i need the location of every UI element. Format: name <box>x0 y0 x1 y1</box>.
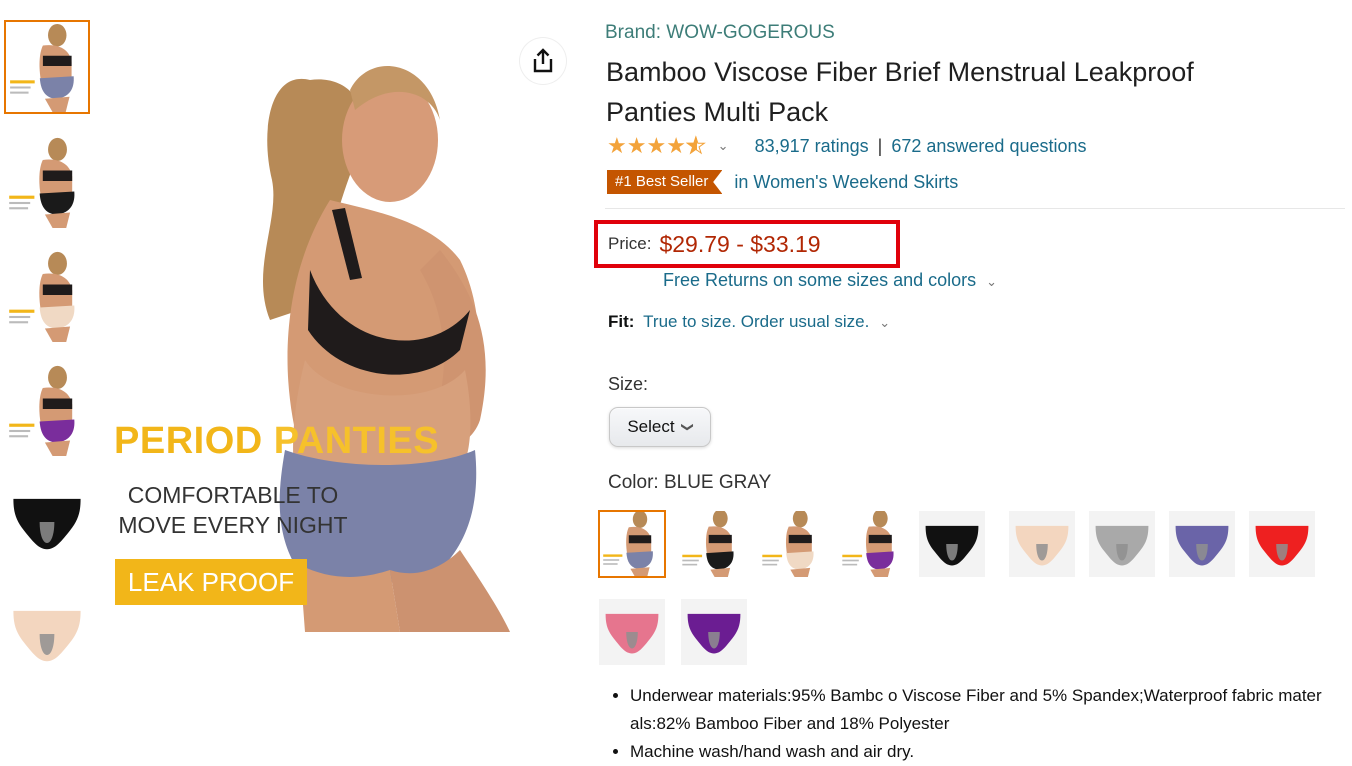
share-button[interactable] <box>520 38 566 84</box>
chevron-down-icon[interactable]: ⌄ <box>879 315 890 330</box>
star-rating[interactable]: ★ ★ ★ ★ ★ <box>607 133 706 158</box>
feature-bullets: Underwear materials:95% Bambc o Viscose … <box>608 682 1350 766</box>
bestseller-category-link[interactable]: in Women's Weekend Skirts <box>734 172 958 193</box>
size-label: Size: <box>608 374 649 394</box>
fit-label: Fit: <box>608 312 635 331</box>
chevron-down-icon[interactable]: ⌄ <box>718 138 729 154</box>
color-swatch-6[interactable] <box>1008 510 1076 578</box>
thumbnail-4[interactable] <box>4 363 90 457</box>
share-icon <box>533 48 553 73</box>
price-label: Price: <box>608 234 652 253</box>
color-swatch-5[interactable] <box>918 510 986 578</box>
divider <box>605 208 1345 209</box>
price-highlight-box: Price: $29.79 - $33.19 <box>594 220 900 268</box>
star-icon: ★ <box>646 133 667 158</box>
color-swatch-7[interactable] <box>1088 510 1156 578</box>
main-image-subtitle: COMFORTABLE TO MOVE EVERY NIGHT <box>118 482 348 538</box>
product-title: Bamboo Viscose Fiber Brief Menstrual Lea… <box>606 57 1194 127</box>
rating-row: ★ ★ ★ ★ ★ ⌄ 83,917 ratings | 672 answere… <box>607 133 1087 158</box>
color-swatch-11[interactable] <box>680 598 748 666</box>
chevron-down-icon: ⌄ <box>986 274 998 289</box>
separator: | <box>877 135 883 156</box>
model-photo <box>262 66 510 632</box>
main-product-image[interactable]: PERIOD PANTIES COMFORTABLE TO MOVE EVERY… <box>100 20 530 632</box>
bestseller-row: #1 Best Seller in Women's Weekend Skirts <box>607 170 958 194</box>
half-star-icon: ★ <box>685 133 706 158</box>
feature-bullet: Machine wash/hand wash and air dry. <box>630 738 1350 766</box>
fit-value-link[interactable]: True to size. Order usual size. <box>643 312 869 331</box>
color-swatch-1[interactable] <box>598 510 666 578</box>
color-swatches <box>598 510 1338 670</box>
color-swatch-2[interactable] <box>678 510 746 578</box>
star-icon: ★ <box>666 133 686 158</box>
star-icon: ★ <box>607 133 627 158</box>
color-swatch-8[interactable] <box>1168 510 1236 578</box>
leak-proof-badge: LEAK PROOF <box>115 559 307 605</box>
feature-bullet: Underwear materials:95% Bambc o Viscose … <box>630 682 1350 738</box>
ratings-count-link[interactable]: 83,917 ratings <box>755 136 869 157</box>
star-icon: ★ <box>626 133 647 158</box>
answered-questions-link[interactable]: 672 answered questions <box>891 136 1086 157</box>
color-label: Color: BLUE GRAY <box>608 472 772 493</box>
size-dropdown[interactable]: Select ❯ <box>609 407 711 447</box>
thumbnail-2[interactable] <box>4 135 90 229</box>
thumbnail-5[interactable] <box>4 475 90 569</box>
chevron-down-icon: ❯ <box>680 421 695 433</box>
color-swatch-3[interactable] <box>758 510 826 578</box>
free-returns-text: Free Returns on some sizes and colors <box>663 270 977 290</box>
color-swatch-9[interactable] <box>1248 510 1316 578</box>
fit-row: Fit: True to size. Order usual size. ⌄ <box>608 312 890 332</box>
brand-link[interactable]: Brand: WOW-GOGEROUS <box>605 22 835 44</box>
best-seller-badge[interactable]: #1 Best Seller <box>607 170 723 194</box>
color-swatch-10[interactable] <box>598 598 666 666</box>
thumbnail-1[interactable] <box>4 20 90 114</box>
thumbnail-6[interactable] <box>4 587 90 681</box>
free-returns-link[interactable]: Free Returns on some sizes and colors ⌄ <box>663 270 997 291</box>
size-dropdown-value: Select <box>627 417 675 436</box>
color-swatch-4[interactable] <box>838 510 906 578</box>
price-value: $29.79 - $33.19 <box>659 230 821 257</box>
main-image-headline: PERIOD PANTIES <box>114 420 440 462</box>
thumbnail-3[interactable] <box>4 249 90 343</box>
